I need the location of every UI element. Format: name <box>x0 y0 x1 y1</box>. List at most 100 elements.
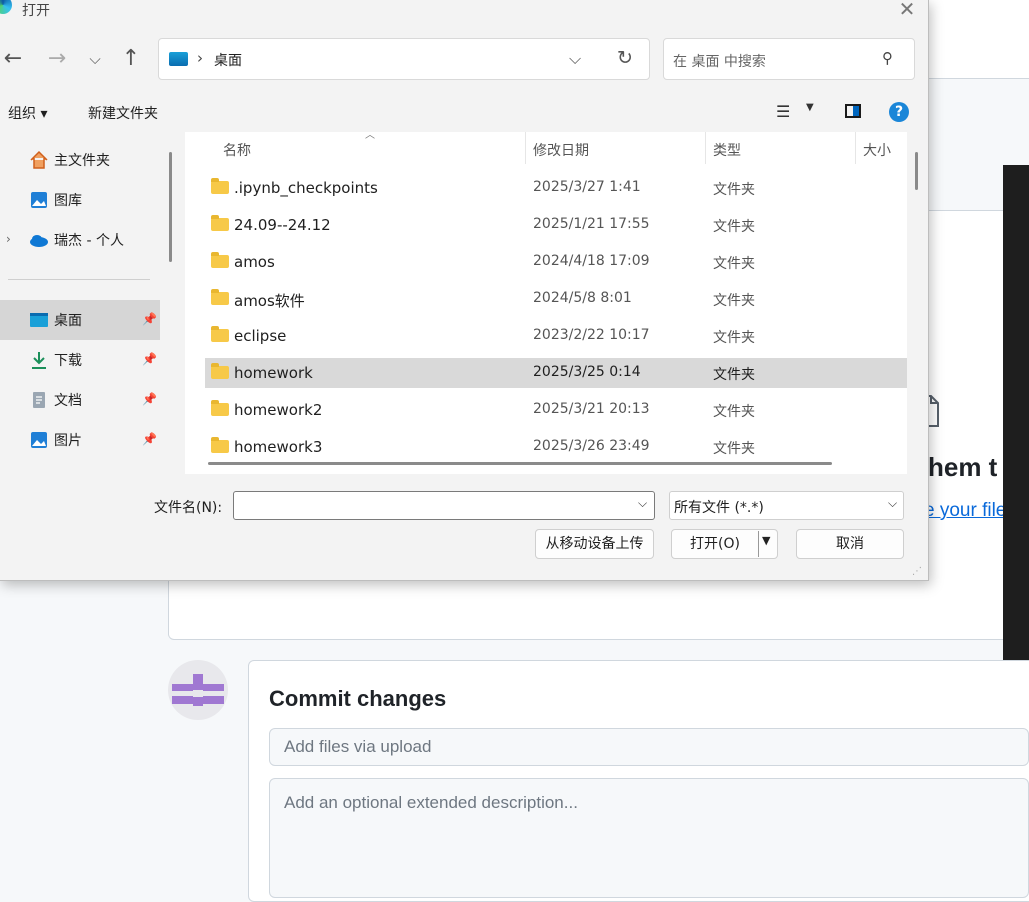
address-location[interactable]: 桌面 <box>214 50 242 70</box>
file-type: 文件夹 <box>713 182 755 198</box>
sidebar-item-home[interactable]: 主文件夹 <box>0 140 160 180</box>
file-row[interactable]: homework3 2025/3/26 23:49 文件夹 <box>205 432 907 456</box>
picture-icon <box>29 430 49 450</box>
organize-menu[interactable]: 组织 ▾ <box>8 103 47 123</box>
chevron-right-icon[interactable]: › <box>197 49 203 67</box>
filename-input[interactable]: ⌵ <box>233 491 655 520</box>
upload-from-mobile-button[interactable]: 从移动设备上传 <box>535 529 654 559</box>
navigation-pane: 主文件夹 图库 › 瑞杰 - 个人 桌面 📌 下载 📌 文档 📌 图片 📌 <box>0 132 180 474</box>
column-header-size[interactable]: 大小 <box>863 140 891 160</box>
column-divider[interactable] <box>705 132 706 164</box>
recent-locations-chevron-icon[interactable]: ⌵ <box>82 46 108 72</box>
sidebar-item-pictures[interactable]: 图片 📌 <box>0 420 160 460</box>
file-date: 2024/4/18 17:09 <box>533 253 650 269</box>
column-divider[interactable] <box>855 132 856 164</box>
dialog-title: 打开 <box>22 3 50 19</box>
file-row[interactable]: amos软件 2024/5/8 8:01 文件夹 <box>205 284 907 314</box>
commit-description-input[interactable]: Add an optional extended description... <box>269 778 1029 898</box>
folder-icon <box>211 400 229 416</box>
file-date: 2023/2/22 10:17 <box>533 327 650 343</box>
file-row[interactable]: homework2 2025/3/21 20:13 文件夹 <box>205 395 907 425</box>
sort-up-icon: ︿ <box>365 130 375 141</box>
filetype-value: 所有文件 (*.*) <box>674 500 764 516</box>
file-name: amos <box>234 253 275 271</box>
cancel-button[interactable]: 取消 <box>796 529 904 559</box>
chevron-down-icon[interactable]: ⌵ <box>888 496 897 511</box>
column-header-modified[interactable]: 修改日期 <box>533 140 589 160</box>
pin-icon[interactable]: 📌 <box>142 312 157 326</box>
file-name: homework2 <box>234 401 323 419</box>
chevron-down-icon[interactable]: ⌵ <box>569 49 581 69</box>
search-box[interactable]: 在 桌面 中搜索 ⚲ <box>663 38 915 80</box>
home-icon <box>29 150 49 170</box>
pin-icon[interactable]: 📌 <box>142 392 157 406</box>
commit-summary-input[interactable]: Add files via upload <box>269 728 1029 766</box>
pin-icon[interactable]: 📌 <box>142 352 157 366</box>
search-input[interactable]: 在 桌面 中搜索 <box>673 51 766 71</box>
header-search-box[interactable] <box>928 40 1029 78</box>
open-dropdown-icon[interactable]: ▼ <box>762 534 770 547</box>
help-icon[interactable]: ? <box>889 102 909 122</box>
up-arrow-icon[interactable]: ↑ <box>118 46 144 72</box>
pin-icon[interactable]: 📌 <box>142 432 157 446</box>
file-type: 文件夹 <box>713 330 755 346</box>
folder-icon <box>211 252 229 268</box>
file-date: 2025/3/27 1:41 <box>533 179 641 195</box>
sidebar-item-label: 下载 <box>54 353 82 369</box>
filetype-select[interactable]: 所有文件 (*.*) ⌵ <box>669 491 904 520</box>
column-header-type[interactable]: 类型 <box>713 140 741 160</box>
view-options-icon[interactable]: ☰ <box>776 102 790 121</box>
sidebar-divider <box>8 279 150 280</box>
file-row[interactable]: .ipynb_checkpoints 2025/3/27 1:41 文件夹 <box>205 173 907 203</box>
dialog-titlebar[interactable] <box>0 0 928 28</box>
onedrive-cloud-icon <box>29 230 49 250</box>
sidebar-item-downloads[interactable]: 下载 📌 <box>0 340 160 380</box>
folder-icon <box>211 326 229 342</box>
file-open-dialog: 打开 ✕ ← → ⌵ ↑ › 桌面 ⌵ ↻ 在 桌面 中搜索 ⚲ 组织 ▾ 新建… <box>0 0 929 581</box>
file-type: 文件夹 <box>713 404 755 420</box>
avatar <box>168 660 228 720</box>
new-folder-button[interactable]: 新建文件夹 <box>88 103 158 123</box>
choose-files-link[interactable]: e your file <box>924 500 1006 522</box>
sidebar-item-label: 瑞杰 - 个人 <box>54 233 124 249</box>
chevron-down-icon[interactable]: ▼ <box>806 102 814 113</box>
open-button-divider <box>758 531 759 557</box>
sidebar-item-label: 文档 <box>54 393 82 409</box>
resize-grip-icon[interactable]: ⋰ <box>912 566 922 577</box>
sidebar-item-gallery[interactable]: 图库 <box>0 180 160 220</box>
sidebar-item-label: 桌面 <box>54 313 82 329</box>
forward-arrow-icon[interactable]: → <box>44 46 70 72</box>
folder-icon <box>211 437 229 453</box>
file-type: 文件夹 <box>713 256 755 272</box>
file-date: 2025/3/21 20:13 <box>533 401 650 417</box>
folder-icon <box>211 289 229 305</box>
download-icon <box>29 350 49 370</box>
file-row[interactable]: 24.09--24.12 2025/1/21 17:55 文件夹 <box>205 210 907 240</box>
back-arrow-icon[interactable]: ← <box>0 46 26 72</box>
file-row[interactable]: amos 2024/4/18 17:09 文件夹 <box>205 247 907 277</box>
sidebar-item-desktop[interactable]: 桌面 📌 <box>0 300 160 340</box>
horizontal-scrollbar[interactable] <box>208 462 832 465</box>
sidebar-item-onedrive[interactable]: 瑞杰 - 个人 <box>0 220 160 260</box>
chevron-down-icon[interactable]: ⌵ <box>638 496 647 511</box>
file-row-selected[interactable]: homework 2025/3/25 0:14 文件夹 <box>205 358 907 388</box>
search-icon[interactable]: ⚲ <box>882 49 893 67</box>
file-date: 2024/5/8 8:01 <box>533 290 632 306</box>
commit-title: Commit changes <box>269 686 447 711</box>
file-name: .ipynb_checkpoints <box>234 179 378 197</box>
gallery-icon <box>29 190 49 210</box>
sidebar-item-documents[interactable]: 文档 📌 <box>0 380 160 420</box>
sidebar-scrollbar[interactable] <box>169 152 172 262</box>
column-header-name[interactable]: 名称 <box>223 140 251 160</box>
vertical-scrollbar[interactable] <box>915 152 918 190</box>
file-name: eclipse <box>234 327 287 345</box>
file-date: 2025/3/25 0:14 <box>533 364 641 380</box>
file-row[interactable]: eclipse 2023/2/22 10:17 文件夹 <box>205 321 907 351</box>
column-divider[interactable] <box>525 132 526 164</box>
file-name: homework3 <box>234 438 323 456</box>
preview-pane-icon[interactable] <box>845 104 861 118</box>
address-bar[interactable]: › 桌面 ⌵ ↻ <box>158 38 650 80</box>
close-icon[interactable]: ✕ <box>896 0 918 20</box>
sidebar-item-label: 图片 <box>54 433 82 449</box>
refresh-icon[interactable]: ↻ <box>617 47 633 69</box>
